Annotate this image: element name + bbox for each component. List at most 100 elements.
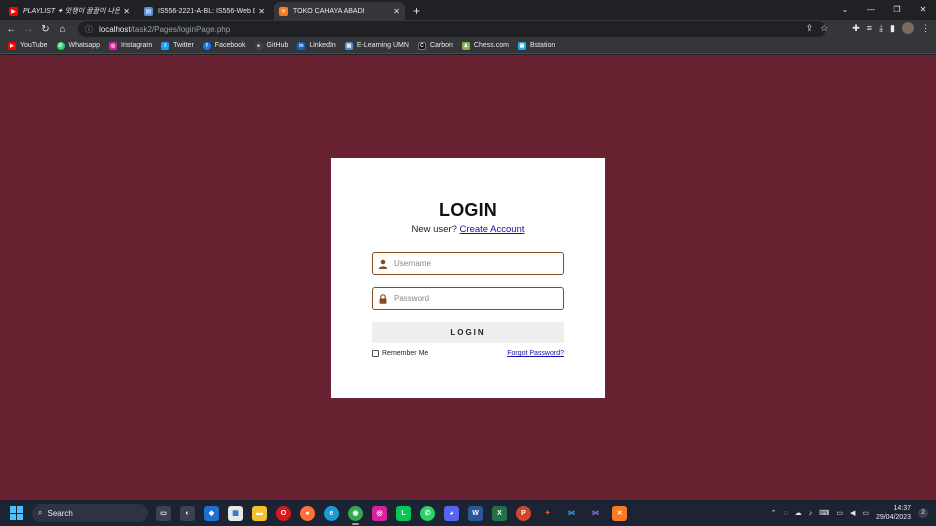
twitter-icon: t [161, 41, 170, 50]
display-icon[interactable]: ▭ [836, 509, 843, 517]
defender-icon[interactable]: ◆ [204, 505, 219, 521]
remember-me[interactable]: Remember Me [372, 350, 428, 357]
info-icon[interactable]: ⓘ [85, 24, 93, 35]
tab-toko-cahaya-abadi[interactable]: ✕ TOKO CAHAYA ABADI ✕ [274, 2, 405, 20]
bookmark-carbon[interactable]: C Carbon [417, 41, 453, 50]
restore-button[interactable]: ❐ [884, 5, 910, 14]
bookmark-label: Whatsapp [68, 42, 101, 49]
extensions-icon[interactable]: ✚ [852, 23, 860, 34]
bookmark-linkedin[interactable]: in LinkedIn [297, 41, 336, 50]
profile-avatar[interactable] [902, 22, 914, 34]
forward-icon[interactable]: → [20, 24, 37, 35]
battery-icon[interactable]: ▭ [862, 509, 869, 517]
visual-studio-icon[interactable]: ⋈ [588, 505, 603, 521]
word-icon[interactable]: W [468, 505, 483, 521]
tab-playlist[interactable]: ▶ PLAYLIST ✦ 맛쟁이 끌끌이 나온 ✕ [4, 2, 135, 20]
chrome-icon[interactable]: ◉ [348, 505, 363, 525]
bookmark-chess[interactable]: ♟ Chess.com [461, 41, 509, 50]
clock[interactable]: 14:37 29/04/2023 [876, 504, 911, 522]
windows-start-icon[interactable] [10, 506, 24, 520]
elearning-icon: ▤ [344, 41, 353, 50]
download-icon[interactable]: ⤓ [879, 23, 883, 34]
home-icon[interactable]: ⌂ [54, 24, 71, 35]
forgot-password-link[interactable]: Forgot Password? [507, 350, 564, 357]
tab-title: IS556-2221-A-BL: IS556-Web Dev [158, 7, 256, 15]
bookmark-github[interactable]: ● GitHub [254, 41, 288, 50]
window-controls: ⌄ — ❐ ✕ [832, 0, 936, 18]
bookmark-elearning[interactable]: ▤ E-Learning UMN [344, 41, 409, 50]
notification-badge[interactable]: 2 [918, 508, 928, 518]
username-input[interactable] [394, 259, 554, 268]
media-icon[interactable]: ≡ [867, 23, 872, 33]
tab-title: TOKO CAHAYA ABADI [293, 7, 365, 15]
remember-me-checkbox[interactable] [372, 350, 379, 357]
whatsapp-icon: ✆ [56, 41, 65, 50]
firefox-icon[interactable]: ● [300, 505, 315, 521]
address-bar[interactable]: ⓘ localhost/task2/Pages/loginPage.php [78, 21, 826, 37]
menu-icon[interactable]: ⋮ [921, 23, 930, 34]
bookmark-facebook[interactable]: f Facebook [202, 41, 246, 50]
new-tab-button[interactable]: + [413, 2, 420, 20]
minimize-button[interactable]: — [858, 5, 884, 14]
xampp-icon[interactable]: ✕ [612, 505, 627, 521]
close-window-button[interactable]: ✕ [910, 5, 936, 14]
taskbar: ⌕ Search ▭ ◐ ◆ ▦ ▬ O ● e ◉ ◎ L ✆ ◕ W X P… [0, 500, 936, 526]
instagram-icon: ◎ [109, 41, 118, 50]
whatsapp-icon[interactable]: ✆ [420, 505, 435, 521]
app-tray-icon[interactable]: ◌ [784, 510, 788, 517]
create-account-link[interactable]: Create Account [460, 224, 525, 235]
bookmark-label: LinkedIn [309, 42, 336, 49]
file-explorer-icon[interactable]: ▬ [252, 505, 267, 521]
bstation-icon: ▣ [517, 41, 526, 50]
password-input[interactable] [394, 294, 554, 303]
date: 29/04/2023 [875, 514, 911, 521]
password-field[interactable] [372, 287, 564, 310]
reload-icon[interactable]: ↻ [37, 24, 54, 35]
edge-icon[interactable]: e [324, 505, 339, 521]
side-panel-icon[interactable]: ▮ [890, 23, 895, 34]
line-icon[interactable]: L [396, 505, 411, 521]
share-icon[interactable]: ⇪ [806, 23, 814, 34]
bookmark-star-icon[interactable]: ☆ [820, 23, 828, 34]
tab-search-icon[interactable]: ⌄ [832, 5, 858, 14]
back-icon[interactable]: ← [3, 24, 20, 35]
system-tray: ⌃ ◌ ☁ ♪ ⌨ ▭ ◀ ▭ 14:37 29/04/2023 2 [771, 500, 928, 526]
tab-title: PLAYLIST ✦ 맛쟁이 끌끌이 나온 [23, 8, 121, 15]
copilot-icon[interactable]: ◐ [180, 505, 195, 521]
store-icon[interactable]: ▦ [228, 505, 243, 521]
bookmark-label: YouTube [20, 42, 48, 49]
excel-icon[interactable]: X [492, 505, 507, 521]
taskbar-search[interactable]: ⌕ Search [32, 504, 148, 522]
microphone-icon[interactable]: ♪ [809, 510, 813, 517]
vscode-icon[interactable]: ⋈ [564, 505, 579, 521]
github-icon: ● [254, 41, 263, 50]
bookmark-whatsapp[interactable]: ✆ Whatsapp [56, 41, 101, 50]
search-icon: ⌕ [38, 508, 43, 517]
bookmark-label: Facebook [214, 42, 246, 49]
close-tab-icon[interactable]: ✕ [258, 7, 265, 16]
username-field[interactable] [372, 252, 564, 275]
login-button[interactable]: LOGIN [372, 322, 564, 343]
instagram-icon[interactable]: ◎ [372, 505, 387, 521]
new-user-prompt: New user? Create Account [331, 224, 605, 235]
volume-icon[interactable]: ◀ [850, 509, 855, 517]
keyboard-icon[interactable]: ⌨ [819, 509, 829, 517]
bookmark-instagram[interactable]: ◎ Instagram [109, 41, 152, 50]
discord-icon[interactable]: ◕ [444, 505, 459, 521]
bookmark-bstation[interactable]: ▣ Bstation [517, 41, 556, 50]
chevron-up-icon[interactable]: ⌃ [771, 509, 777, 517]
figma-icon[interactable]: ✦ [540, 505, 555, 521]
toolbar-actions: ⇪ ☆ ✚ ≡ ⤓ ▮ ⋮ [806, 22, 930, 34]
opera-icon[interactable]: O [276, 505, 291, 521]
powerpoint-icon[interactable]: P [516, 505, 531, 521]
close-tab-icon[interactable]: ✕ [393, 7, 400, 16]
youtube-icon: ▶ [8, 41, 16, 50]
bookmark-label: Bstation [529, 42, 556, 49]
bookmark-label: Carbon [429, 42, 453, 49]
close-tab-icon[interactable]: ✕ [123, 7, 130, 16]
bookmark-twitter[interactable]: t Twitter [161, 41, 194, 50]
bookmark-youtube[interactable]: ▶ YouTube [8, 41, 48, 50]
onedrive-icon[interactable]: ☁ [795, 509, 802, 517]
task-view-icon[interactable]: ▭ [156, 505, 171, 521]
tab-elearning[interactable]: ▤ IS556-2221-A-BL: IS556-Web Dev ✕ [139, 2, 270, 20]
